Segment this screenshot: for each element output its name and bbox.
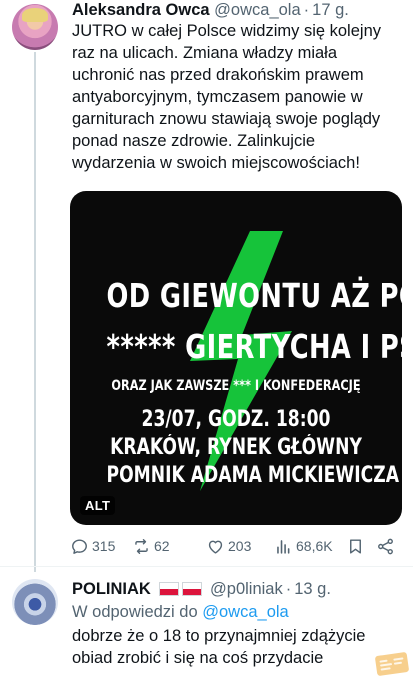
avatar[interactable] — [12, 4, 58, 50]
tweet-main[interactable]: Aleksandra Owca @owca_ola · 17 g. JUTRO w … — [0, 0, 413, 566]
share-icon — [378, 538, 393, 554]
like-count: 203 — [228, 538, 252, 554]
poster-headline-1: OD GIEWONTU AŻ PO HEL — [106, 276, 402, 315]
poster-subline: ORAZ JAK ZAWSZE *** I KONFEDERACJĘ — [111, 378, 361, 394]
bookmark-icon — [350, 538, 361, 554]
reply-count: 315 — [92, 538, 116, 554]
retweet-count: 62 — [154, 538, 170, 554]
timestamp[interactable]: 17 g. — [312, 1, 349, 19]
tweet-header: POLINIAK @p0liniak · 13 g. — [72, 579, 331, 601]
tweet-text: JUTRO w całej Polsce widzimy się kolejny… — [72, 22, 381, 172]
reply-button[interactable]: 315 — [70, 534, 115, 558]
poster-date: 23/07, GODZ. 18:00 — [141, 407, 331, 432]
retweet-button[interactable]: 62 — [132, 534, 170, 558]
views-icon — [277, 539, 290, 554]
author-name[interactable]: Aleksandra Owca — [72, 1, 210, 19]
tweet-reply[interactable]: POLINIAK @p0liniak · 13 g. W odpowiedzi do… — [0, 566, 413, 680]
tweet-actions: 315 62 203 68,6K — [70, 534, 400, 558]
separator: · — [303, 1, 310, 19]
poster-landmark: POMNIK ADAMA MICKIEWICZA — [106, 463, 400, 488]
tweet-image[interactable]: OD GIEWONTU AŻ PO HEL ***** GIERTYCHA I … — [70, 191, 402, 525]
author-handle[interactable]: @owca_ola — [214, 1, 300, 19]
reply-mention-link[interactable]: @owca_ola — [202, 603, 288, 621]
views-count: 68,6K — [296, 538, 333, 554]
heart-icon — [208, 540, 223, 554]
flag-icon — [182, 582, 203, 596]
bookmark-button[interactable] — [346, 534, 368, 558]
retweet-icon — [135, 538, 148, 554]
poland-flag-icon — [159, 581, 205, 601]
separator: · — [285, 580, 292, 598]
reply-context: W odpowiedzi do @owca_ola — [72, 601, 289, 623]
flag-icon — [159, 582, 180, 596]
alt-text-button[interactable]: ALT — [80, 496, 116, 515]
views-button[interactable]: 68,6K — [274, 534, 333, 558]
poster-headline-2: ***** GIERTYCHA I PSL — [106, 327, 402, 366]
reply-prefix: W odpowiedzi do — [72, 603, 198, 621]
timestamp[interactable]: 13 g. — [294, 580, 331, 598]
reply-icon — [72, 538, 87, 554]
tweet-header: Aleksandra Owca @owca_ola · 17 g. — [72, 0, 349, 20]
tweet-text: dobrze że o 18 to przynajmniej zdążycie … — [72, 627, 366, 667]
avatar[interactable] — [12, 579, 58, 625]
poster-location: KRAKÓW, RYNEK GŁÓWNY — [110, 435, 362, 460]
watermark-logo — [373, 650, 410, 678]
like-button[interactable]: 203 — [206, 534, 251, 558]
author-name[interactable]: POLINIAK — [72, 580, 151, 598]
author-handle[interactable]: @p0liniak — [210, 580, 283, 598]
share-button[interactable] — [376, 534, 398, 558]
